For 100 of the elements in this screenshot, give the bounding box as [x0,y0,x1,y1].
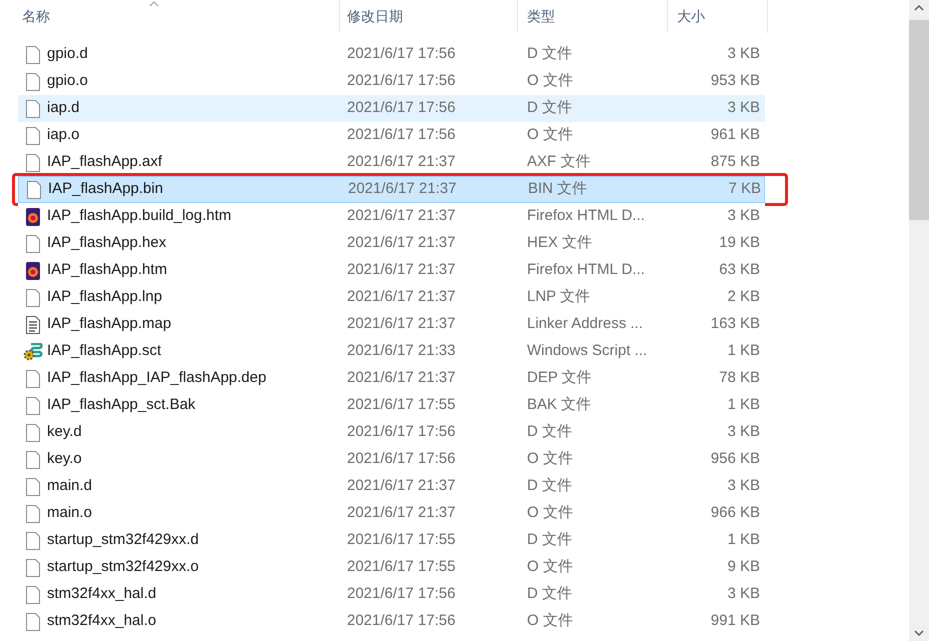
modified-date: 2021/6/17 21:37 [347,260,456,280]
file-name: key.o [47,449,82,470]
file-icon [26,100,40,118]
file-icon [26,288,40,306]
file-size: 78 KB [718,368,760,388]
file-type: O 文件 [527,557,574,578]
file-type: DEP 文件 [527,368,593,388]
file-name: IAP_flashApp.lnp [47,287,162,308]
file-type: Firefox HTML D... [527,260,646,280]
file-type: O 文件 [527,503,574,524]
file-size: 19 KB [718,233,760,254]
modified-date: 2021/6/17 17:56 [347,98,456,118]
file-icon [27,180,41,198]
file-size: 991 KB [710,611,760,632]
file-type: D 文件 [527,422,573,442]
scroll-down-icon[interactable] [914,630,924,636]
file-size: 966 KB [710,503,760,524]
file-name: IAP_flashApp.htm [47,260,168,280]
modified-date: 2021/6/17 21:37 [347,152,456,172]
file-name: stm32f4xx_hal.d [47,584,156,604]
file-name: gpio.o [47,71,88,92]
file-name: iap.d [47,98,80,118]
modified-date: 2021/6/17 17:56 [347,611,456,632]
column-header[interactable]: 类型 [518,0,668,33]
file-type: D 文件 [527,530,573,550]
column-header[interactable]: 名称 [0,0,340,33]
file-size: 3 KB [726,44,760,64]
file-icon [26,154,40,172]
file-name: iap.o [47,125,80,146]
file-size: 63 KB [718,260,760,280]
file-icon [26,72,40,90]
file-size: 2 KB [726,287,760,308]
file-name: IAP_flashApp.map [47,314,172,334]
modified-date: 2021/6/17 21:37 [348,179,458,200]
file-type: D 文件 [527,44,573,64]
file-type: Firefox HTML D... [527,206,646,226]
file-icon [26,396,40,414]
file-icon [26,586,40,604]
file-icon [26,558,40,576]
file-size: 9 KB [726,557,760,578]
file-size: 1 KB [726,530,760,550]
scroll-up-icon[interactable] [914,5,924,11]
modified-date: 2021/6/17 17:55 [347,530,456,550]
file-type: Windows Script ... [527,341,648,362]
scroll-thumb[interactable] [909,20,929,220]
file-icon [26,234,40,252]
modified-date: 2021/6/17 21:37 [347,476,456,496]
file-type: HEX 文件 [527,233,594,254]
modified-date: 2021/6/17 21:37 [347,314,456,334]
file-icon [26,370,40,388]
file-icon [26,478,40,496]
file-name: main.d [47,476,92,496]
file-icon [26,46,40,64]
document-icon [26,316,40,334]
column-header[interactable]: 修改日期 [340,0,518,33]
file-size: 3 KB [726,98,760,118]
file-size: 1 KB [726,341,760,362]
modified-date: 2021/6/17 21:37 [347,503,456,524]
file-type: D 文件 [527,584,573,604]
file-size: 961 KB [710,125,760,146]
file-name: IAP_flashApp.axf [47,152,162,172]
browser-icon [25,208,41,226]
modified-date: 2021/6/17 21:37 [347,368,456,388]
scrollbar[interactable] [909,0,929,641]
file-name: startup_stm32f429xx.d [47,530,199,550]
file-size: 956 KB [710,449,760,470]
modified-date: 2021/6/17 17:56 [347,125,456,146]
file-size: 953 KB [710,71,760,92]
file-size: 3 KB [726,476,760,496]
file-type: O 文件 [527,611,574,632]
modified-date: 2021/6/17 17:55 [347,395,456,416]
modified-date: 2021/6/17 21:33 [347,341,456,362]
script-gear-icon [23,342,43,360]
file-icon [26,504,40,522]
file-size: 1 KB [726,395,760,416]
file-type: BIN 文件 [528,179,588,200]
file-type: O 文件 [527,125,574,146]
file-name: IAP_flashApp.hex [47,233,166,254]
column-header[interactable]: 大小 [668,0,768,33]
file-name: IAP_flashApp_IAP_flashApp.dep [47,368,266,388]
file-size: 7 KB [727,179,761,200]
file-name: key.d [47,422,82,442]
file-name: startup_stm32f429xx.o [47,557,199,578]
browser-icon [25,262,41,280]
file-name: main.o [47,503,92,524]
file-icon [26,450,40,468]
file-name: IAP_flashApp.sct [47,341,162,362]
file-type: AXF 文件 [527,152,592,172]
modified-date: 2021/6/17 17:56 [347,449,456,470]
file-type: LNP 文件 [527,287,592,308]
modified-date: 2021/6/17 21:37 [347,233,456,254]
file-icon [26,424,40,442]
file-type: D 文件 [527,98,573,118]
file-type: Linker Address ... [527,314,644,334]
file-row[interactable]: iap.d 2021/6/17 17:56 D 文件 3 KB [18,95,765,122]
modified-date: 2021/6/17 17:55 [347,557,456,578]
file-type: O 文件 [527,449,574,470]
file-size: 3 KB [726,422,760,442]
file-name: IAP_flashApp.build_log.htm [47,206,232,226]
modified-date: 2021/6/17 17:56 [347,44,456,64]
